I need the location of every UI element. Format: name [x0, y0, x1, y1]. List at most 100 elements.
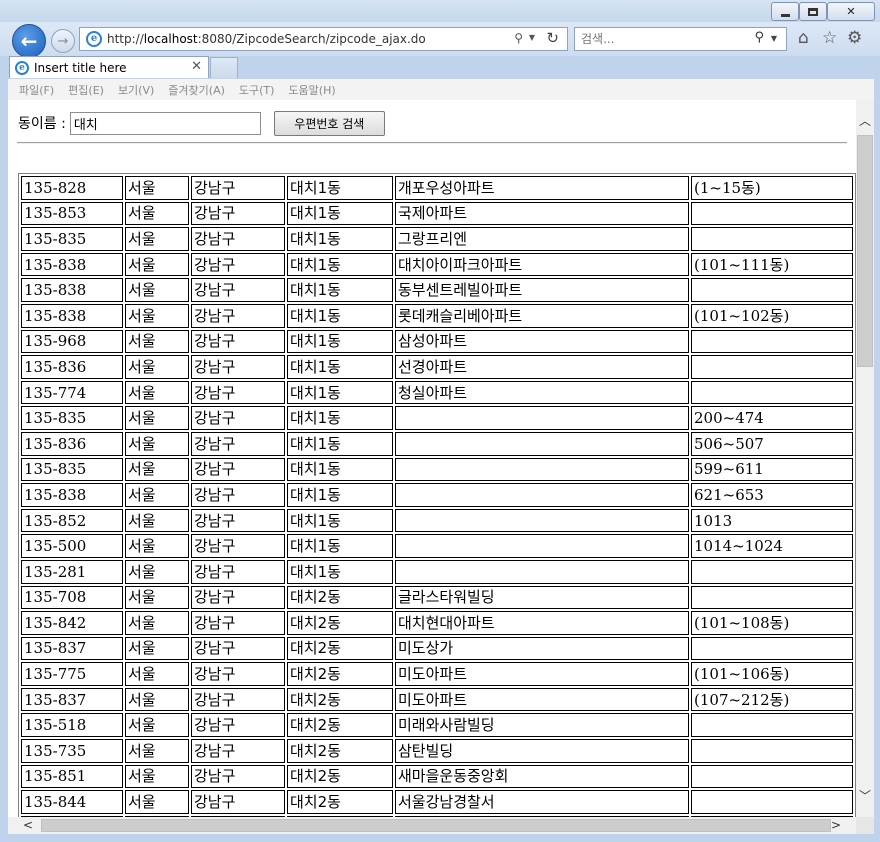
- sido-cell: 서울: [125, 662, 189, 686]
- bunji-cell: [691, 227, 853, 251]
- bunji-cell: 506~507: [691, 431, 853, 456]
- gugun-cell: 강남구: [191, 252, 285, 277]
- search-icon[interactable]: ⚲: [514, 31, 523, 45]
- zipcode-cell: 135-852: [21, 508, 123, 533]
- bunji-cell: [691, 559, 853, 584]
- table-row: 135-838 서울 강남구 대치1동 롯데캐슬리베아파트 (101~102동): [21, 303, 853, 328]
- horizontal-scroll-thumb[interactable]: [41, 819, 831, 832]
- table-row: 135-838 서울 강남구 대치1동 동부센트레빌아파트: [21, 278, 853, 302]
- vertical-scrollbar[interactable]: ︿ ﹀: [856, 100, 874, 817]
- building-cell: [395, 431, 689, 456]
- url-host: localhost: [143, 32, 198, 46]
- close-icon: ✕: [846, 5, 856, 18]
- ie-tab-icon: e: [15, 60, 29, 75]
- favorites-star-icon[interactable]: ☆: [822, 28, 837, 48]
- scroll-up-arrow-icon[interactable]: ︿: [856, 112, 874, 130]
- browser-search-input[interactable]: [581, 32, 741, 46]
- scroll-down-arrow-icon[interactable]: ﹀: [856, 787, 874, 805]
- gugun-cell: 강남구: [191, 739, 285, 763]
- ie-page-icon: e: [86, 31, 102, 47]
- zipcode-cell: 135-518: [21, 713, 123, 738]
- scrollbar-corner: [856, 817, 874, 834]
- zipcode-cell: 135-838: [21, 303, 123, 328]
- menu-edit[interactable]: 편집(E): [68, 82, 104, 98]
- tab-strip: e Insert title here ✕: [0, 56, 880, 78]
- dong-cell: 대치1동: [287, 457, 393, 482]
- chevron-down-icon[interactable]: ▼: [529, 33, 535, 42]
- zipcode-cell: 135-774: [21, 380, 123, 405]
- menu-file[interactable]: 파일(F): [19, 82, 54, 98]
- building-cell: 미도아파트: [395, 662, 689, 686]
- sido-cell: 서울: [125, 636, 189, 661]
- horizontal-scrollbar[interactable]: < >: [8, 817, 856, 834]
- bunji-cell: (101~108동): [691, 611, 853, 635]
- zipcode-cell: 135-844: [21, 790, 123, 814]
- building-cell: 미도상가: [395, 636, 689, 661]
- chevron-down-icon[interactable]: ▼: [771, 34, 777, 43]
- dong-cell: 대치2동: [287, 790, 393, 814]
- zipcode-search-button[interactable]: 우편번호 검색: [273, 110, 385, 136]
- gear-icon[interactable]: ⚙: [847, 28, 862, 48]
- sido-cell: 서울: [125, 764, 189, 789]
- table-row: 135-774 서울 강남구 대치1동 청실아파트: [21, 380, 853, 405]
- forward-button[interactable]: →: [51, 29, 75, 53]
- dong-cell: 대치1동: [287, 201, 393, 226]
- bunji-cell: [691, 790, 853, 814]
- bunji-cell: (1~15동): [691, 176, 853, 200]
- sido-cell: 서울: [125, 431, 189, 456]
- maximize-button[interactable]: [799, 2, 827, 21]
- menu-help[interactable]: 도움말(H): [288, 82, 335, 98]
- back-button[interactable]: ←: [12, 24, 46, 58]
- building-cell: 새마을운동중앙회: [395, 764, 689, 789]
- building-cell: 삼성아파트: [395, 329, 689, 354]
- scroll-left-arrow-icon[interactable]: <: [20, 817, 36, 834]
- tab-close-icon[interactable]: ✕: [191, 59, 202, 74]
- zipcode-cell: 135-836: [21, 431, 123, 456]
- menu-tools[interactable]: 도구(T): [239, 82, 275, 98]
- page-viewport: 동이름 : 우편번호 검색 135-828서울강남구대치1동개포우성아파트(1~…: [8, 100, 874, 834]
- table-row: 135-838 서울 강남구 대치1동 대치아이파크아파트 (101~111동): [21, 252, 853, 277]
- refresh-icon[interactable]: ↻: [546, 29, 559, 47]
- dong-cell: 대치1동: [287, 303, 393, 328]
- minimize-icon: [780, 13, 790, 17]
- dong-cell: 대치1동: [287, 406, 393, 430]
- dong-cell: 대치2동: [287, 611, 393, 635]
- table-row: 135-852 서울 강남구 대치1동 1013: [21, 508, 853, 533]
- bunji-cell: 1014~1024: [691, 534, 853, 558]
- vertical-scroll-thumb[interactable]: [857, 135, 873, 367]
- close-window-button[interactable]: ✕: [827, 2, 875, 21]
- url-text[interactable]: http://localhost:8080/ZipcodeSearch/zipc…: [107, 32, 426, 46]
- scroll-right-arrow-icon[interactable]: >: [828, 817, 844, 834]
- page-content: 동이름 : 우편번호 검색 135-828서울강남구대치1동개포우성아파트(1~…: [8, 100, 856, 817]
- bunji-cell: 1013: [691, 508, 853, 533]
- tab-active[interactable]: e Insert title here ✕: [9, 56, 209, 78]
- sido-cell: 서울: [125, 739, 189, 763]
- building-cell: 롯데캐슬리베아파트: [395, 303, 689, 328]
- home-icon[interactable]: ⌂: [798, 28, 809, 48]
- dong-name-input[interactable]: [69, 111, 261, 135]
- new-tab-button[interactable]: [210, 57, 238, 78]
- gugun-cell: 강남구: [191, 227, 285, 251]
- magnifier-icon[interactable]: ⚲: [754, 30, 764, 45]
- maximize-icon: [808, 7, 818, 16]
- menu-favorites[interactable]: 즐겨찾기(A): [168, 82, 225, 98]
- dong-cell: 대치1동: [287, 483, 393, 507]
- building-cell: 글라스타워빌딩: [395, 585, 689, 610]
- table-row: 135-837 서울 강남구 대치2동 미도아파트 (107~212동): [21, 687, 853, 712]
- gugun-cell: 강남구: [191, 508, 285, 533]
- menu-view[interactable]: 보기(V): [118, 82, 154, 98]
- dong-cell: 대치1동: [287, 431, 393, 456]
- bunji-cell: [691, 739, 853, 763]
- table-row: 135-835 서울 강남구 대치1동 그랑프리엔: [21, 227, 853, 251]
- bunji-cell: [691, 764, 853, 789]
- back-arrow-icon: ←: [20, 29, 38, 53]
- zipcode-cell: 135-842: [21, 611, 123, 635]
- zipcode-cell: 135-968: [21, 329, 123, 354]
- sido-cell: 서울: [125, 355, 189, 379]
- address-bar[interactable]: e http://localhost:8080/ZipcodeSearch/zi…: [79, 27, 568, 51]
- bunji-cell: (101~111동): [691, 252, 853, 277]
- browser-search-box[interactable]: ⚲ ▼: [574, 27, 787, 51]
- gugun-cell: 강남구: [191, 457, 285, 482]
- minimize-button[interactable]: [771, 2, 799, 21]
- gugun-cell: 강남구: [191, 278, 285, 302]
